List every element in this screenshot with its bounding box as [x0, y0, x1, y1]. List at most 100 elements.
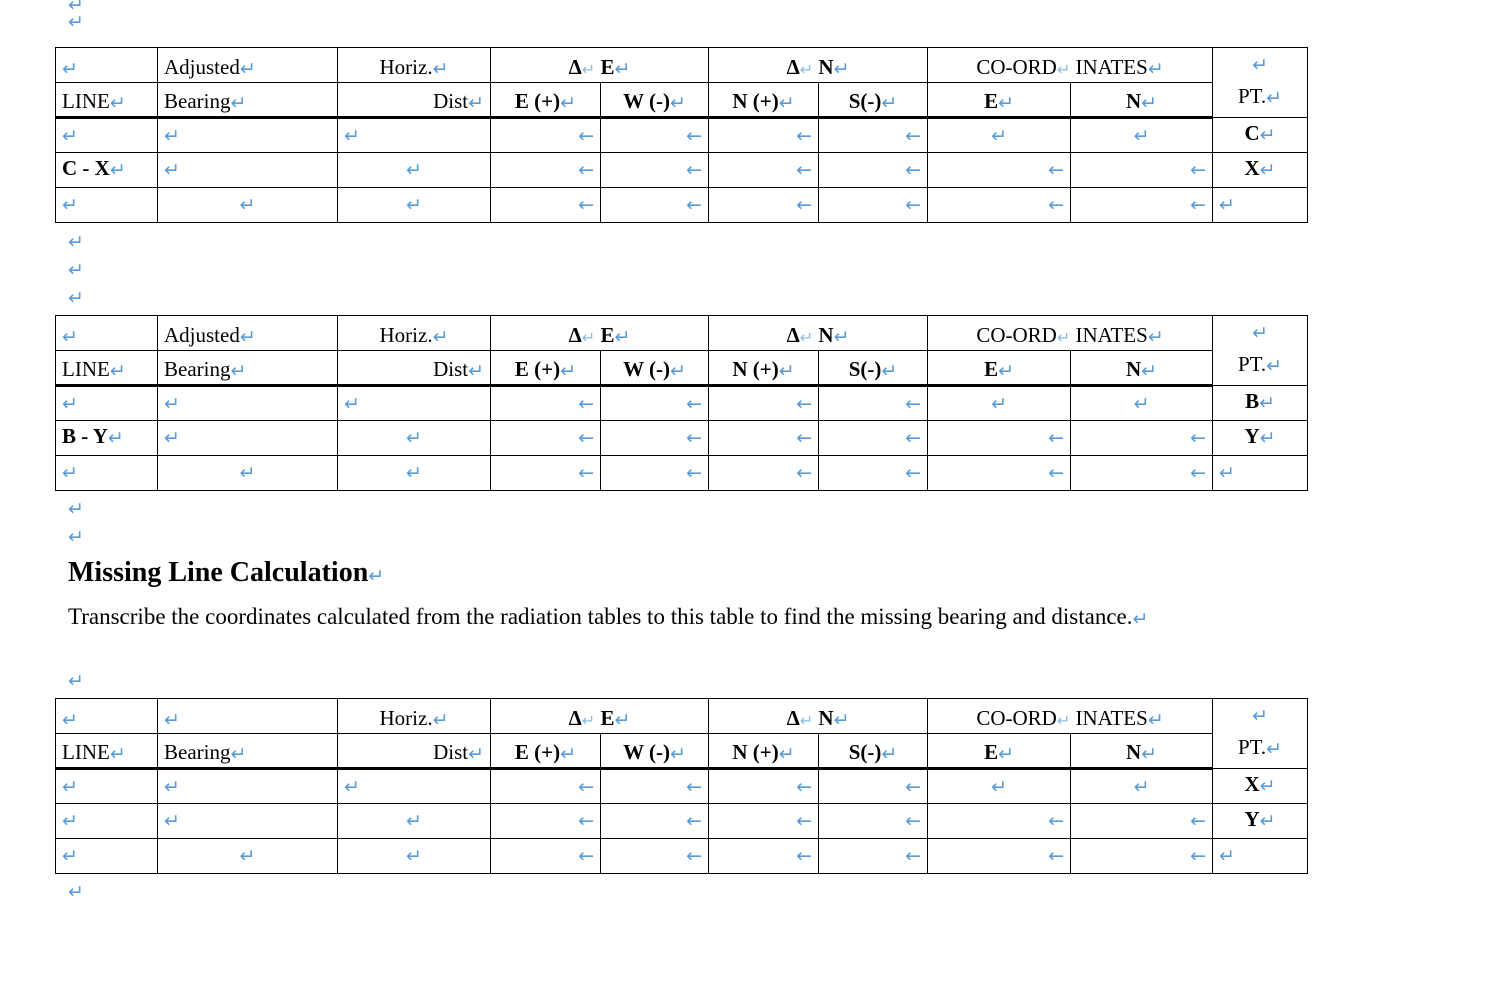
radiation-table-b-y[interactable]: ↵ Adjusted↵ Horiz.↵ Δ↵ E↵ Δ↵ N↵ CO-ORD↵ … — [55, 315, 1309, 491]
cell-line[interactable]: ↵ — [55, 838, 158, 874]
cell-pt[interactable]: X↵ — [1212, 768, 1309, 804]
cell-w-minus[interactable]: ← — [599, 152, 710, 188]
cell-e-plus[interactable]: ← — [490, 187, 601, 223]
cell-e-plus[interactable]: ← — [490, 838, 601, 874]
cell-s-minus[interactable]: ← — [818, 803, 929, 839]
cell-e-plus[interactable]: ← — [490, 152, 601, 188]
cell-s-minus[interactable]: ← — [818, 117, 929, 153]
cell-pt[interactable]: Y↵ — [1212, 803, 1309, 839]
cell-w-minus[interactable]: ← — [599, 455, 710, 491]
cell-coord-e[interactable]: ↵ — [927, 117, 1072, 153]
cell-coord-e[interactable]: ← — [927, 838, 1072, 874]
cell-dist[interactable]: ↵ — [337, 385, 491, 421]
cell-w-minus[interactable]: ← — [599, 838, 710, 874]
cell-line[interactable]: ↵ — [55, 187, 158, 223]
cell-s-minus[interactable]: ← — [818, 455, 929, 491]
cell-dist[interactable]: ↵ — [337, 420, 491, 456]
cell-coord-e[interactable]: ← — [927, 455, 1072, 491]
cell-e-plus[interactable]: ← — [490, 385, 601, 421]
table-row[interactable]: ↵ ↵ ↵ ← ← ← ← ↵ ↵ X↵ — [55, 768, 1309, 804]
cell-dist[interactable]: ↵ — [337, 455, 491, 491]
cell-coord-n[interactable]: ↵ — [1070, 385, 1214, 421]
cell-pt[interactable]: ↵ — [1212, 187, 1309, 223]
cell-line[interactable]: ↵ — [55, 385, 158, 421]
cell-line[interactable]: ↵ — [55, 768, 158, 804]
cell-s-minus[interactable]: ← — [818, 420, 929, 456]
cell-n-plus[interactable]: ← — [708, 420, 820, 456]
table-row[interactable]: B - Y↵ ↵ ↵ ← ← ← ← ← ← Y↵ — [55, 420, 1309, 456]
cell-line[interactable]: ↵ — [55, 117, 158, 153]
cell-e-plus[interactable]: ← — [490, 117, 601, 153]
cell-dist[interactable]: ↵ — [337, 803, 491, 839]
cell-s-minus[interactable]: ← — [818, 838, 929, 874]
cell-n-plus[interactable]: ← — [708, 838, 820, 874]
cell-coord-e[interactable]: ↵ — [927, 385, 1072, 421]
table-row[interactable]: ↵ ↵ ↵ ← ← ← ← ← ← ↵ — [55, 838, 1309, 874]
cell-line[interactable]: C - X↵ — [55, 152, 158, 188]
cell-coord-n[interactable]: ↵ — [1070, 768, 1214, 804]
cell-s-minus[interactable]: ← — [818, 768, 929, 804]
cell-coord-n[interactable]: ← — [1070, 187, 1214, 223]
cell-bearing[interactable]: ↵ — [157, 385, 338, 421]
cell-bearing[interactable]: ↵ — [157, 838, 338, 874]
cell-e-plus[interactable]: ← — [490, 803, 601, 839]
cell-pt[interactable]: ↵ — [1212, 838, 1309, 874]
cell-bearing[interactable]: ↵ — [157, 187, 338, 223]
cell-coord-e[interactable]: ↵ — [927, 768, 1072, 804]
table-row[interactable]: ↵ ↵ ↵ ← ← ← ← ↵ ↵ C↵ — [55, 117, 1309, 153]
cell-n-plus[interactable]: ← — [708, 187, 820, 223]
radiation-table-c-x[interactable]: ↵ Adjusted↵ Horiz.↵ Δ↵ E↵ Δ↵ N↵ CO-ORD↵ … — [55, 47, 1309, 223]
cell-pt[interactable]: Y↵ — [1212, 420, 1309, 456]
cell-coord-n[interactable]: ← — [1070, 803, 1214, 839]
cell-bearing[interactable]: ↵ — [157, 420, 338, 456]
cell-s-minus[interactable]: ← — [818, 152, 929, 188]
cell-n-plus[interactable]: ← — [708, 768, 820, 804]
table-row[interactable]: ↵ ↵ ↵ ← ← ← ← ← ← Y↵ — [55, 803, 1309, 839]
cell-w-minus[interactable]: ← — [599, 385, 710, 421]
cell-pt[interactable]: C↵ — [1212, 117, 1309, 153]
cell-e-plus[interactable]: ← — [490, 455, 601, 491]
cell-s-minus[interactable]: ← — [818, 385, 929, 421]
cell-dist[interactable]: ↵ — [337, 768, 491, 804]
cell-dist[interactable]: ↵ — [337, 117, 491, 153]
cell-n-plus[interactable]: ← — [708, 117, 820, 153]
cell-n-plus[interactable]: ← — [708, 455, 820, 491]
cell-s-minus[interactable]: ← — [818, 187, 929, 223]
table-row[interactable]: ↵ ↵ ↵ ← ← ← ← ← ← ↵ — [55, 187, 1309, 223]
cell-pt[interactable]: ↵ — [1212, 455, 1309, 491]
table-row[interactable]: ↵ ↵ ↵ ← ← ← ← ↵ ↵ B↵ — [55, 385, 1309, 421]
cell-w-minus[interactable]: ← — [599, 187, 710, 223]
cell-bearing[interactable]: ↵ — [157, 152, 338, 188]
cell-bearing[interactable]: ↵ — [157, 455, 338, 491]
cell-bearing[interactable]: ↵ — [157, 768, 338, 804]
cell-n-plus[interactable]: ← — [708, 803, 820, 839]
cell-w-minus[interactable]: ← — [599, 803, 710, 839]
table-row[interactable]: ↵ ↵ ↵ ← ← ← ← ← ← ↵ — [55, 455, 1309, 491]
cell-coord-e[interactable]: ← — [927, 187, 1072, 223]
cell-dist[interactable]: ↵ — [337, 152, 491, 188]
cell-n-plus[interactable]: ← — [708, 152, 820, 188]
cell-bearing[interactable]: ↵ — [157, 117, 338, 153]
cell-line[interactable]: ↵ — [55, 803, 158, 839]
cell-coord-n[interactable]: ← — [1070, 455, 1214, 491]
cell-dist[interactable]: ↵ — [337, 187, 491, 223]
missing-line-table[interactable]: ↵ ↵ Horiz.↵ Δ↵ E↵ Δ↵ N↵ CO-ORD↵ INATES↵ — [55, 698, 1309, 874]
cell-line[interactable]: ↵ — [55, 455, 158, 491]
cell-n-plus[interactable]: ← — [708, 385, 820, 421]
cell-line[interactable]: B - Y↵ — [55, 420, 158, 456]
cell-coord-e[interactable]: ← — [927, 420, 1072, 456]
cell-coord-n[interactable]: ← — [1070, 152, 1214, 188]
cell-pt[interactable]: X↵ — [1212, 152, 1309, 188]
cell-w-minus[interactable]: ← — [599, 117, 710, 153]
cell-coord-n[interactable]: ← — [1070, 420, 1214, 456]
table-row[interactable]: C - X↵ ↵ ↵ ← ← ← ← ← ← X↵ — [55, 152, 1309, 188]
cell-bearing[interactable]: ↵ — [157, 803, 338, 839]
cell-w-minus[interactable]: ← — [599, 768, 710, 804]
cell-pt[interactable]: B↵ — [1212, 385, 1309, 421]
cell-w-minus[interactable]: ← — [599, 420, 710, 456]
cell-coord-e[interactable]: ← — [927, 152, 1072, 188]
cell-e-plus[interactable]: ← — [490, 768, 601, 804]
cell-dist[interactable]: ↵ — [337, 838, 491, 874]
cell-e-plus[interactable]: ← — [490, 420, 601, 456]
cell-coord-n[interactable]: ← — [1070, 838, 1214, 874]
